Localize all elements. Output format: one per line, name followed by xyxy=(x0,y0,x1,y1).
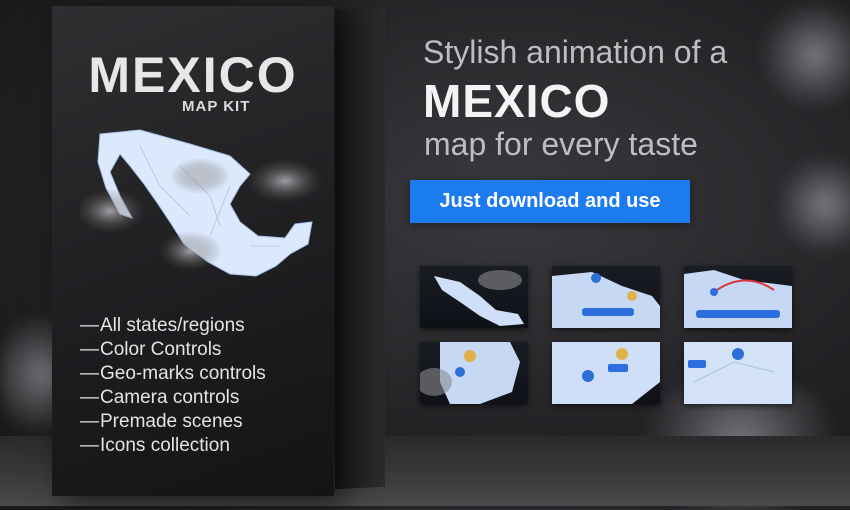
product-box: MEXICO MAP KIT —All states/regions —Colo… xyxy=(52,6,334,496)
mexico-map-illustration xyxy=(80,129,323,277)
feature-label: All states/regions xyxy=(100,315,245,336)
smoke-right xyxy=(780,150,850,260)
feature-label: Icons collection xyxy=(100,435,230,456)
map-thumbnail-icon xyxy=(434,270,524,326)
feature-item: —Color Controls xyxy=(80,338,266,362)
dash: — xyxy=(80,363,99,384)
thumbnail-scene-6[interactable] xyxy=(684,342,792,404)
thumbnail-scene-5[interactable] xyxy=(552,342,660,404)
feature-item: —Icons collection xyxy=(80,434,266,458)
download-button[interactable]: Just download and use xyxy=(410,180,690,223)
feature-list: —All states/regions —Color Controls —Geo… xyxy=(80,314,266,458)
headline-title: MEXICO xyxy=(423,75,611,127)
feature-item: —Geo-marks controls xyxy=(80,362,266,386)
headline-line-1: Stylish animation of a xyxy=(423,34,728,70)
box-side xyxy=(335,6,385,490)
dash: — xyxy=(80,315,99,336)
dash: — xyxy=(80,387,99,408)
feature-label: Color Controls xyxy=(100,339,222,360)
map-thumbnail-icon xyxy=(684,342,792,404)
thumbnail-scene-4[interactable] xyxy=(420,342,528,404)
dash: — xyxy=(80,435,99,456)
feature-item: —Camera controls xyxy=(80,386,266,410)
headline-line-3: map for every taste xyxy=(424,126,698,162)
feature-label: Geo-marks controls xyxy=(100,363,266,384)
feature-label: Camera controls xyxy=(100,387,240,408)
map-thumbnail-icon xyxy=(552,342,660,404)
box-subtitle: MAP KIT xyxy=(182,98,251,115)
smoke-top-right xyxy=(760,0,850,110)
dash: — xyxy=(80,339,99,360)
thumbnail-scene-1[interactable] xyxy=(420,266,528,328)
map-thumbnail-icon xyxy=(420,342,520,404)
map-thumbnail-icon xyxy=(552,272,660,328)
feature-item: —Premade scenes xyxy=(80,410,266,434)
thumbnail-scene-3[interactable] xyxy=(684,266,792,328)
map-thumbnail-icon xyxy=(684,270,792,328)
feature-label: Premade scenes xyxy=(100,411,243,432)
thumbnail-scene-2[interactable] xyxy=(552,266,660,328)
dash: — xyxy=(80,411,99,432)
feature-item: —All states/regions xyxy=(80,314,266,338)
box-title: MEXICO xyxy=(88,47,298,103)
